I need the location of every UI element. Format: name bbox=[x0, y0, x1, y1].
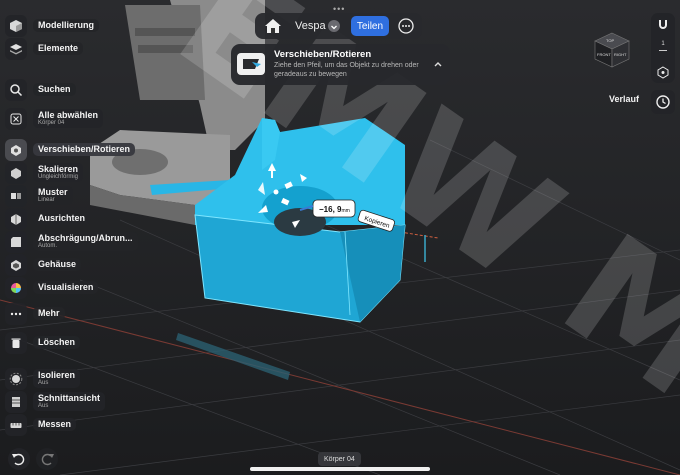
hint-title: Verschieben/Rotieren bbox=[274, 49, 372, 60]
tool-sublabel: Ungleichförmig bbox=[38, 174, 79, 181]
more-options-icon[interactable] bbox=[398, 18, 414, 34]
tool-label: Visualisieren bbox=[38, 281, 94, 292]
visualize-icon[interactable] bbox=[5, 276, 27, 299]
scale-icon[interactable] bbox=[5, 161, 27, 184]
more-dots-icon[interactable] bbox=[5, 302, 27, 325]
svg-text:TOP: TOP bbox=[606, 38, 614, 43]
tool-skalieren[interactable]: Skalieren Ungleichförmig bbox=[5, 161, 84, 184]
orbit-icon[interactable] bbox=[656, 65, 670, 84]
tool-isolieren[interactable]: Isolieren Aus bbox=[5, 367, 81, 390]
tool-label: Isolieren bbox=[38, 369, 76, 380]
history-label[interactable]: Verlauf bbox=[609, 94, 639, 104]
tool-sublabel: Aus bbox=[38, 403, 49, 410]
tool-sublabel: Autom. bbox=[38, 243, 58, 250]
tool-label: Elemente bbox=[38, 42, 79, 53]
tool-label: Muster bbox=[38, 186, 68, 197]
tool-label: Modellierung bbox=[38, 19, 94, 30]
cube-modeling-icon[interactable] bbox=[5, 14, 27, 37]
deselect-icon[interactable] bbox=[5, 107, 27, 130]
tool-loeschen[interactable]: Löschen bbox=[5, 331, 81, 354]
isolate-icon[interactable] bbox=[5, 367, 27, 390]
tool-abschraegung[interactable]: Abschrägung/Abrun... Autom. bbox=[5, 230, 138, 253]
tool-suchen[interactable]: Suchen bbox=[5, 78, 76, 101]
tool-label: Suchen bbox=[38, 83, 71, 94]
document-name[interactable]: Vespa bbox=[295, 20, 326, 32]
tool-label: Alle abwählen bbox=[38, 109, 99, 120]
tool-label: Löschen bbox=[38, 336, 76, 347]
document-topbar: Vespa Teilen bbox=[255, 13, 422, 39]
tool-label: Verschieben/Rotieren bbox=[38, 143, 131, 154]
align-icon[interactable] bbox=[5, 207, 27, 230]
tool-elemente[interactable]: Elemente bbox=[5, 37, 84, 60]
axis-indicator[interactable]: 1 bbox=[651, 41, 675, 47]
redo-icon[interactable] bbox=[36, 448, 58, 470]
tool-label: Mehr bbox=[38, 307, 60, 318]
tool-sublabel: Linear bbox=[38, 197, 55, 204]
view-cube[interactable]: TOP FRONT RIGHT bbox=[592, 30, 632, 75]
tool-mehr[interactable]: Mehr bbox=[5, 302, 65, 325]
svg-text:FRONT: FRONT bbox=[597, 52, 611, 57]
shell-icon[interactable] bbox=[5, 253, 27, 276]
home-icon[interactable] bbox=[263, 17, 283, 35]
view-controls: 1 bbox=[651, 13, 675, 83]
chevron-up-icon[interactable] bbox=[432, 57, 444, 75]
tool-alle-abwaehlen[interactable]: Alle abwählen Körper 04 bbox=[5, 107, 104, 130]
tool-modellierung[interactable]: Modellierung bbox=[5, 14, 99, 37]
tool-label: Skalieren bbox=[38, 163, 79, 174]
tool-muster[interactable]: Muster Linear bbox=[5, 184, 73, 207]
tool-sublabel: Aus bbox=[38, 380, 49, 387]
section-view-icon[interactable] bbox=[5, 390, 27, 413]
tool-verschieben-rotieren[interactable]: Verschieben/Rotieren bbox=[5, 138, 136, 161]
tool-sublabel: Körper 04 bbox=[38, 120, 65, 127]
hint-body: Ziehe den Pfeil, um das Objekt zu drehen… bbox=[274, 62, 419, 78]
search-icon[interactable] bbox=[5, 78, 27, 101]
snap-magnet-icon[interactable] bbox=[656, 17, 670, 36]
tool-label: Gehäuse bbox=[38, 258, 77, 269]
home-indicator[interactable] bbox=[250, 467, 430, 471]
selected-body-chip[interactable]: Körper 04 bbox=[318, 452, 361, 466]
move-rotate-icon[interactable] bbox=[5, 138, 27, 161]
tool-gehaeuse[interactable]: Gehäuse bbox=[5, 253, 82, 276]
tool-messen[interactable]: Messen bbox=[5, 413, 77, 436]
layers-icon[interactable] bbox=[5, 37, 27, 60]
trash-icon[interactable] bbox=[5, 331, 27, 354]
measure-icon[interactable] bbox=[5, 413, 27, 436]
chevron-down-icon[interactable] bbox=[328, 20, 340, 32]
undo-icon[interactable] bbox=[8, 448, 30, 470]
tool-ausrichten[interactable]: Ausrichten bbox=[5, 207, 91, 230]
share-button[interactable]: Teilen bbox=[351, 16, 389, 36]
tool-label: Ausrichten bbox=[38, 212, 86, 223]
pattern-icon[interactable] bbox=[5, 184, 27, 207]
move-hint-icon bbox=[237, 53, 265, 75]
svg-text:RIGHT: RIGHT bbox=[614, 52, 627, 57]
history-clock-icon[interactable] bbox=[651, 90, 675, 114]
tool-label: Schnittansicht bbox=[38, 392, 101, 403]
tool-hint-card: Verschieben/Rotieren Ziehe den Pfeil, um… bbox=[231, 44, 450, 85]
tool-schnittansicht[interactable]: Schnittansicht Aus bbox=[5, 390, 106, 413]
tool-label: Messen bbox=[38, 418, 72, 429]
bevel-icon[interactable] bbox=[5, 230, 27, 253]
tool-label: Abschrägung/Abrun... bbox=[38, 232, 133, 243]
tool-visualisieren[interactable]: Visualisieren bbox=[5, 276, 99, 299]
